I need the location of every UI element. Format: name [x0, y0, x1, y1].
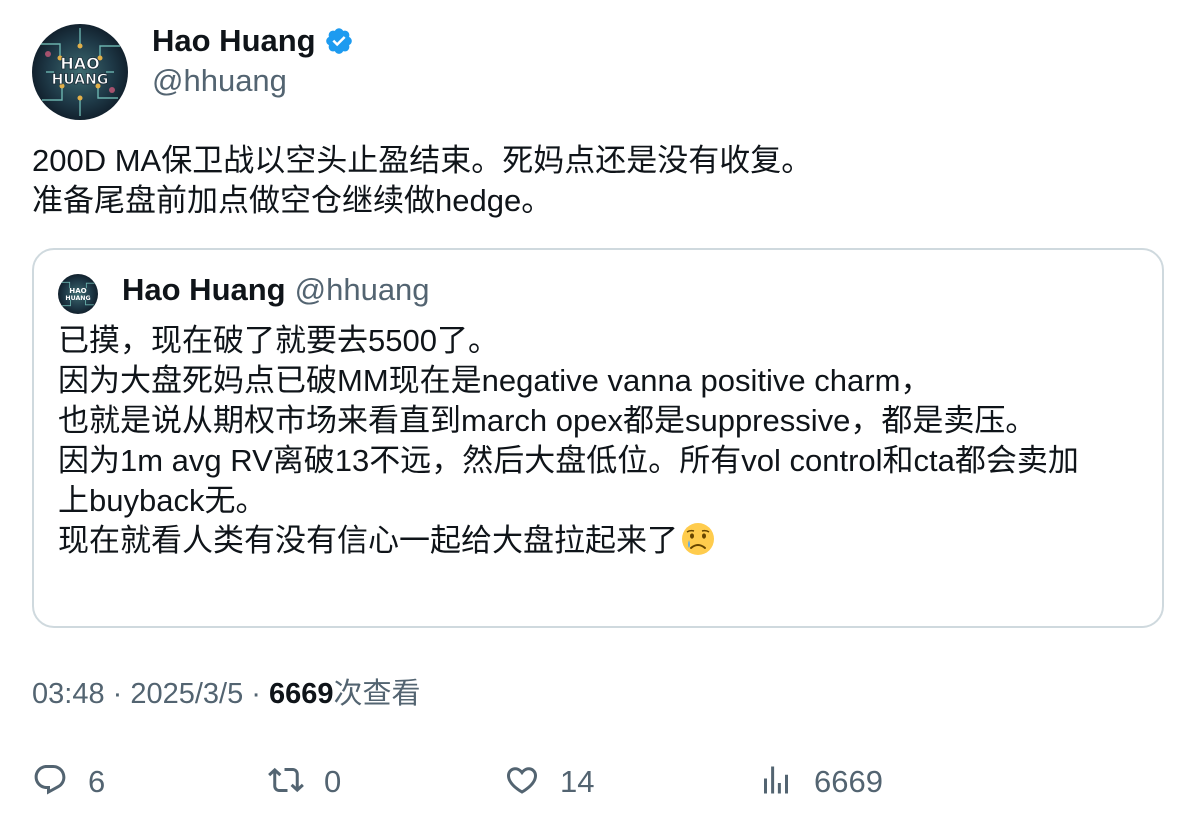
like-count: 14	[560, 764, 595, 799]
avatar-logo-line2: HUANG	[52, 72, 109, 88]
meta-separator: ·	[104, 678, 131, 710]
views-count: 6669	[269, 678, 334, 710]
author-name[interactable]: Hao Huang	[152, 22, 316, 60]
tweet-meta: 03:48 · 2025/3/5 · 6669次查看	[32, 674, 421, 714]
crying-face-emoji-icon	[680, 521, 716, 557]
quoted-text-last-line: 现在就看人类有没有信心一起给大盘拉起来了	[58, 523, 678, 558]
quoted-text-line: 已摸，现在破了就要去5500了。	[58, 323, 499, 358]
tweet-text-line: 准备尾盘前加点做空仓继续做hedge。	[32, 183, 553, 218]
quoted-text-line: 因为大盘死妈点已破MM现在是negative vanna positive ch…	[58, 363, 932, 398]
meta-separator: ·	[243, 678, 270, 710]
quoted-text-line: 也就是说从期权市场来看直到march opex都是suppressive，都是卖…	[58, 403, 1037, 438]
reply-count: 6	[88, 764, 106, 799]
reply-button[interactable]: 6	[32, 762, 105, 802]
avatar-logo-line1: HAO	[60, 54, 99, 73]
retweet-count: 0	[324, 764, 342, 799]
views-button[interactable]: 6669	[758, 762, 883, 802]
tweet-date[interactable]: 2025/3/5	[130, 678, 243, 710]
quoted-author-avatar: HAO HUANG	[58, 274, 98, 314]
views-label: 次查看	[333, 678, 421, 710]
author-handle[interactable]: @hhuang	[152, 62, 287, 100]
author-avatar[interactable]: HAO HUANG	[32, 24, 128, 120]
tweet-text-line: 200D MA保卫战以空头止盈结束。死妈点还是没有收复。	[32, 143, 813, 178]
heart-icon	[504, 762, 540, 803]
quoted-avatar-logo-line1: HAO	[69, 286, 86, 295]
reply-icon	[32, 762, 68, 803]
tweet-text: 200D MA保卫战以空头止盈结束。死妈点还是没有收复。 准备尾盘前加点做空仓继…	[32, 141, 1162, 221]
quoted-author-row: Hao Huang @hhuang	[122, 270, 430, 310]
retweet-button[interactable]: 0	[268, 762, 341, 802]
quoted-avatar-logo-line2: HUANG	[65, 295, 90, 302]
quoted-tweet[interactable]: HAO HUANG Hao Huang @hhuang 已摸，现在破了就要去55…	[32, 248, 1164, 628]
tweet: HAO HUANG Hao Huang @hhuang 200D MA保卫战以空…	[0, 0, 1196, 828]
verified-badge-icon	[324, 26, 354, 56]
action-bar: 6 0 14 6669	[32, 762, 1164, 806]
retweet-icon	[268, 762, 304, 803]
quoted-text-line: 因为1m avg RV离破13不远，然后大盘低位。所有vol control和c…	[58, 443, 1079, 478]
quoted-author-name: Hao Huang	[122, 272, 286, 307]
quoted-tweet-text: 已摸，现在破了就要去5500了。 因为大盘死妈点已破MM现在是negative …	[58, 321, 1138, 561]
quoted-text-line: 上buyback无。	[58, 483, 267, 518]
like-button[interactable]: 14	[504, 762, 594, 802]
tweet-time[interactable]: 03:48	[32, 678, 105, 710]
bar-chart-icon	[758, 762, 794, 803]
views-action-count: 6669	[814, 764, 883, 799]
quoted-text-line: 现在就看人类有没有信心一起给大盘拉起来了	[58, 521, 1138, 561]
author-name-row: Hao Huang	[152, 22, 354, 60]
quoted-author-handle: @hhuang	[294, 272, 430, 307]
